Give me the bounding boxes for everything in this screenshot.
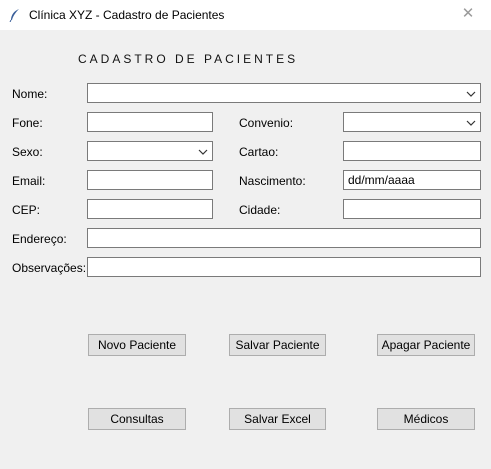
sexo-combobox[interactable] <box>87 141 213 161</box>
cartao-label: Cartao: <box>239 145 279 159</box>
cidade-label: Cidade: <box>239 203 281 217</box>
endereco-input[interactable] <box>87 228 481 248</box>
fone-input[interactable] <box>87 112 213 132</box>
observacoes-label: Observações: <box>12 261 87 275</box>
sexo-label: Sexo: <box>12 145 43 159</box>
observacoes-input[interactable] <box>87 257 481 277</box>
email-input[interactable] <box>87 170 213 190</box>
salvar-paciente-button[interactable]: Salvar Paciente <box>229 334 326 356</box>
close-icon[interactable]: ✕ <box>460 6 476 22</box>
nome-label: Nome: <box>12 87 48 101</box>
nome-combobox[interactable] <box>87 83 481 103</box>
window-title: Clínica XYZ - Cadastro de Pacientes <box>29 8 225 22</box>
email-label: Email: <box>12 174 46 188</box>
cep-label: CEP: <box>12 203 41 217</box>
chevron-down-icon[interactable] <box>198 148 208 156</box>
endereco-label: Endereço: <box>12 232 67 246</box>
convenio-combobox[interactable] <box>343 112 481 132</box>
cartao-input[interactable] <box>343 141 481 161</box>
fone-label: Fone: <box>12 116 43 130</box>
medicos-button[interactable]: Médicos <box>377 408 475 430</box>
salvar-excel-button[interactable]: Salvar Excel <box>229 408 326 430</box>
chevron-down-icon[interactable] <box>466 90 476 98</box>
convenio-label: Convenio: <box>239 116 294 130</box>
feather-icon <box>9 8 21 23</box>
cidade-input[interactable] <box>343 199 481 219</box>
title-bar: Clínica XYZ - Cadastro de Pacientes ✕ <box>0 0 491 30</box>
nascimento-label: Nascimento: <box>239 174 306 188</box>
section-title: CADASTRO DE PACIENTES <box>78 52 299 66</box>
nascimento-input[interactable]: dd/mm/aaaa <box>343 170 481 190</box>
chevron-down-icon[interactable] <box>466 119 476 127</box>
consultas-button[interactable]: Consultas <box>88 408 186 430</box>
cep-input[interactable] <box>87 199 213 219</box>
novo-paciente-button[interactable]: Novo Paciente <box>88 334 186 356</box>
apagar-paciente-button[interactable]: Apagar Paciente <box>377 334 475 356</box>
